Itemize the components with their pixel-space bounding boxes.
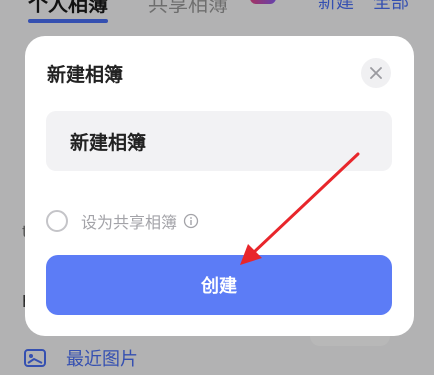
new-album-dialog: 新建相簿 设为共享相簿 创建 [25, 36, 414, 336]
share-option-label: 设为共享相簿 [81, 213, 178, 232]
close-icon [370, 67, 382, 79]
share-option[interactable]: 设为共享相簿 [46, 207, 199, 235]
album-name-input[interactable] [46, 111, 392, 171]
close-button[interactable] [361, 58, 391, 88]
dialog-title: 新建相簿 [47, 64, 124, 86]
create-button[interactable]: 创建 [46, 255, 392, 315]
share-radio[interactable] [46, 210, 68, 232]
info-icon[interactable] [183, 213, 199, 229]
